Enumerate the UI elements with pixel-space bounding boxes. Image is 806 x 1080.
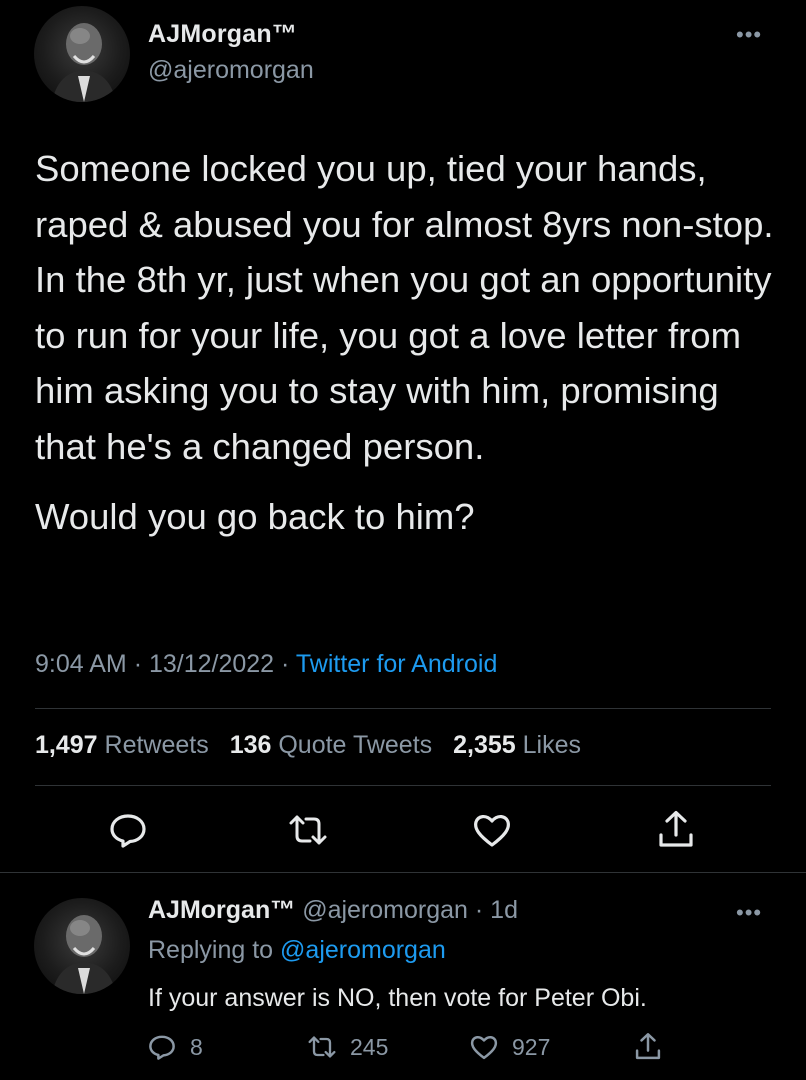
meta-separator: ·: [281, 650, 296, 678]
retweet-button[interactable]: 245: [306, 1030, 388, 1064]
tweet-source-link[interactable]: Twitter for Android: [296, 650, 497, 678]
tweet-date[interactable]: 13/12/2022: [149, 650, 274, 678]
likes-label: Likes: [522, 731, 581, 759]
more-options-icon[interactable]: •••: [736, 24, 762, 46]
retweet-icon: [289, 815, 327, 845]
avatar-photo: [52, 23, 116, 102]
divider: [35, 785, 771, 786]
quote-tweets-stat[interactable]: 136 Quote Tweets: [230, 731, 432, 759]
tweet-action-bar: [0, 808, 806, 856]
likes-stat[interactable]: 2,355 Likes: [453, 731, 581, 759]
divider: [35, 708, 771, 709]
reply-button[interactable]: 8: [146, 1030, 203, 1064]
tweet-time[interactable]: 9:04 AM: [35, 650, 127, 678]
like-button[interactable]: 927: [468, 1030, 550, 1064]
meta-separator: ·: [474, 896, 491, 924]
share-button[interactable]: [632, 1030, 664, 1064]
reply-action-bar: 8 245 927: [0, 1030, 806, 1066]
replying-to-label: Replying to: [148, 936, 274, 964]
share-button[interactable]: [654, 808, 698, 852]
reply-icon: [149, 1035, 175, 1060]
tweet-paragraph: Someone locked you up, tied your hands, …: [35, 148, 774, 467]
author-handle[interactable]: @ajeromorgan: [148, 56, 314, 85]
retweets-stat[interactable]: 1,497 Retweets: [35, 731, 209, 759]
meta-separator: ·: [133, 650, 149, 678]
like-icon: [474, 815, 510, 847]
tweet-text: Someone locked you up, tied your hands, …: [35, 141, 780, 545]
more-options-icon[interactable]: •••: [736, 902, 762, 924]
retweet-button[interactable]: [286, 808, 330, 852]
share-icon: [635, 1033, 661, 1060]
quote-tweets-label: Quote Tweets: [278, 731, 433, 759]
tweet-paragraph: Would you go back to him?: [35, 496, 475, 537]
like-count: 927: [512, 1033, 551, 1060]
quote-tweets-count: 136: [229, 731, 272, 759]
reply-count: 8: [190, 1033, 203, 1060]
main-tweet: AJMorgan™ @ajeromorgan ••• Someone locke…: [0, 0, 806, 872]
author-name[interactable]: AJMorgan™: [148, 896, 295, 924]
author-name[interactable]: AJMorgan™: [148, 20, 297, 49]
divider: [0, 872, 806, 873]
reply-button[interactable]: [106, 808, 150, 852]
share-icon: [659, 810, 693, 847]
avatar[interactable]: [34, 898, 130, 994]
avatar-photo: [52, 915, 116, 994]
like-button[interactable]: [470, 808, 514, 852]
tweet-age[interactable]: 1d: [490, 896, 518, 924]
avatar[interactable]: [34, 6, 130, 102]
engagement-stats: 1,497 Retweets 136 Quote Tweets 2,355 Li…: [35, 731, 581, 760]
retweets-count: 1,497: [35, 731, 98, 759]
retweet-icon: [308, 1036, 336, 1058]
retweets-label: Retweets: [104, 731, 209, 759]
reply-text: If your answer is NO, then vote for Pete…: [148, 984, 647, 1012]
tweet-detail-page: AJMorgan™ @ajeromorgan ••• Someone locke…: [0, 0, 806, 1080]
reply-icon: [110, 814, 146, 848]
retweet-count: 245: [350, 1033, 389, 1060]
reply-header: AJMorgan™ @ajeromorgan · 1d: [148, 896, 518, 925]
like-icon: [470, 1036, 498, 1060]
likes-count: 2,355: [453, 731, 516, 759]
replying-to: Replying to @ajeromorgan: [148, 936, 446, 965]
tweet-meta: 9:04 AM · 13/12/2022 · Twitter for Andro…: [35, 650, 497, 679]
author-handle[interactable]: @ajeromorgan: [302, 896, 468, 924]
replying-to-mention[interactable]: @ajeromorgan: [280, 936, 446, 964]
